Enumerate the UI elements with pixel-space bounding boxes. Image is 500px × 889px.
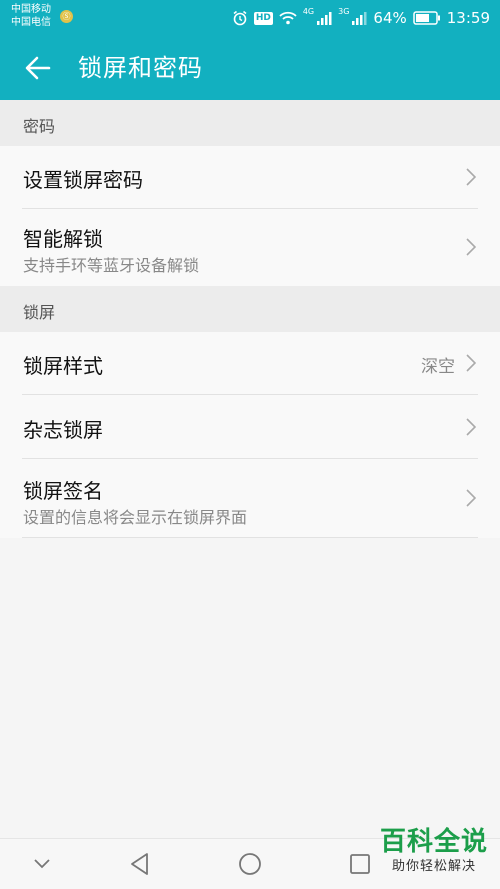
carrier-1-label: 中国移动	[11, 4, 51, 15]
signal-icon	[316, 11, 332, 25]
carrier-2-label: 中国电信	[11, 17, 51, 28]
chevron-right-icon	[466, 489, 476, 507]
section-header-lock-screen: 锁屏	[0, 286, 500, 332]
square-recents-icon	[350, 854, 370, 874]
list-item-title: 锁屏签名	[23, 479, 103, 503]
signal-2-icon	[351, 11, 367, 25]
chevron-down-icon	[34, 859, 50, 869]
battery-percent: 64%	[373, 9, 407, 27]
list-item-title: 杂志锁屏	[23, 418, 103, 442]
app-bar: 锁屏和密码	[0, 36, 500, 100]
network-type-1-label: 4G	[302, 7, 315, 16]
wifi-icon	[279, 11, 297, 25]
battery-icon	[413, 11, 441, 25]
back-button[interactable]	[18, 48, 58, 88]
chevron-right-icon	[466, 418, 476, 436]
nav-home-button[interactable]	[230, 847, 270, 881]
carrier-badge-icon: Ⓢ	[60, 10, 73, 23]
circle-home-icon	[239, 853, 261, 875]
hd-icon: HD	[253, 11, 273, 25]
list-item-subtitle: 设置的信息将会显示在锁屏界面	[23, 508, 248, 527]
triangle-back-icon	[131, 853, 148, 875]
watermark-sub-text: 助你轻松解决	[391, 859, 476, 874]
chevron-right-icon	[466, 168, 476, 186]
list-item-title: 设置锁屏密码	[23, 168, 143, 192]
list-item-subtitle: 支持手环等蓝牙设备解锁	[23, 256, 200, 275]
clock: 13:59	[446, 9, 490, 27]
status-bar: 中国移动 中国电信 Ⓢ HD 4G 3G 64% 13:59	[0, 0, 500, 36]
watermark-logo: 百科全说 助你轻松解决	[378, 826, 490, 876]
alarm-icon	[232, 10, 248, 26]
chevron-right-icon	[466, 354, 476, 372]
network-type-2-label: 3G	[338, 7, 350, 16]
list-item-title: 锁屏样式	[23, 354, 103, 378]
hide-nav-button[interactable]	[22, 847, 62, 881]
status-icons: HD 4G 3G 64% 13:59	[232, 7, 490, 29]
list-item-set-lock-password[interactable]: 设置锁屏密码	[0, 146, 500, 209]
section-header-password: 密码	[0, 100, 500, 146]
nav-recents-button[interactable]	[340, 847, 380, 881]
list-item-smart-unlock[interactable]: 智能解锁 支持手环等蓝牙设备解锁	[0, 209, 500, 286]
carrier-info: 中国移动 中国电信	[11, 3, 51, 29]
page-title: 锁屏和密码	[78, 54, 203, 82]
chevron-right-icon	[466, 238, 476, 256]
list-item-title: 智能解锁	[23, 227, 103, 251]
arrow-left-icon	[25, 56, 51, 80]
empty-area	[0, 538, 500, 838]
list-item-magazine-lock[interactable]: 杂志锁屏	[0, 395, 500, 459]
nav-back-button[interactable]	[119, 847, 159, 881]
watermark-main-text: 百科全说	[379, 827, 488, 857]
list-item-value: 深空	[421, 357, 455, 377]
list-item-lock-signature[interactable]: 锁屏签名 设置的信息将会显示在锁屏界面	[0, 459, 500, 538]
list-item-lock-style[interactable]: 锁屏样式 深空	[0, 332, 500, 395]
